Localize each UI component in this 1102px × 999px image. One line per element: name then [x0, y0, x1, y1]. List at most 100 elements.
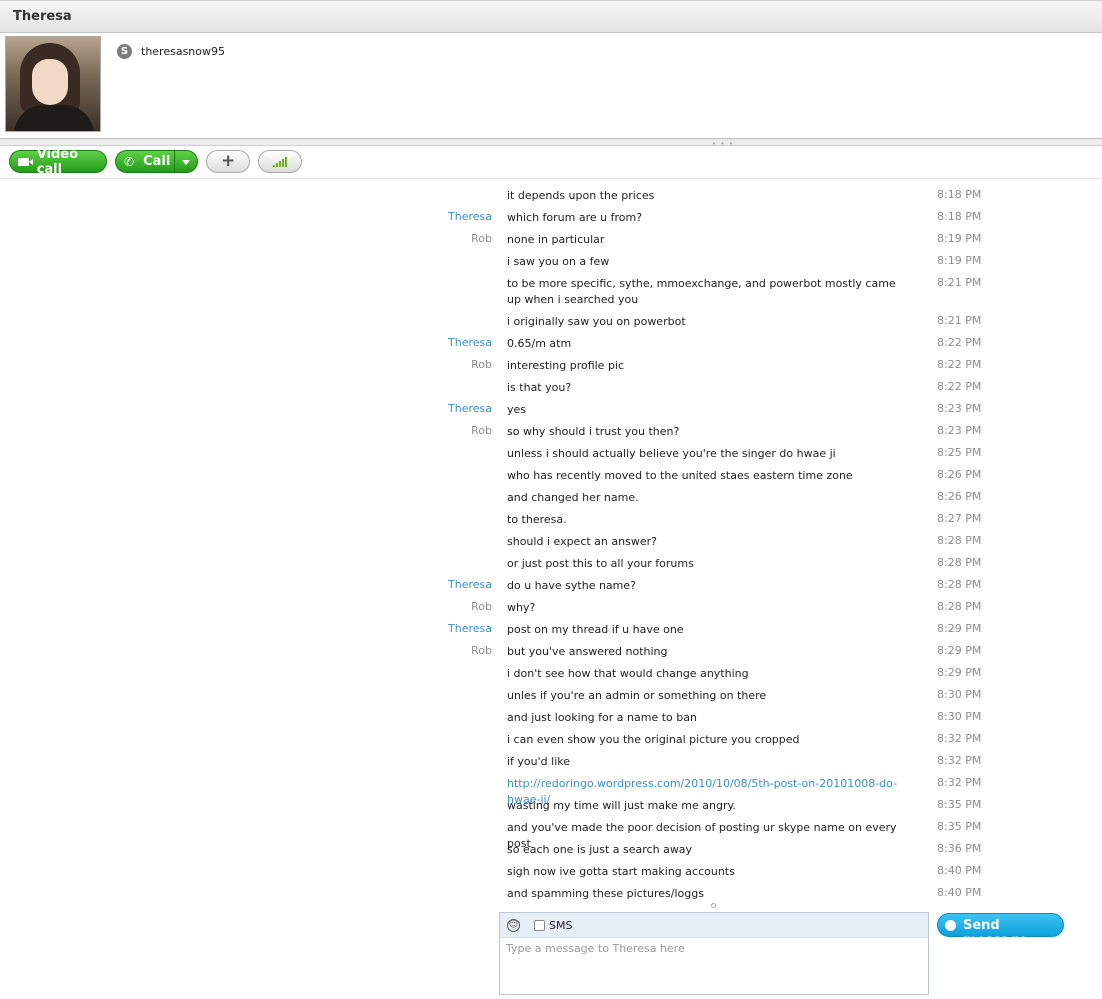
message-timestamp: 8:29 PM	[937, 622, 982, 635]
message-sender: Theresa	[448, 336, 492, 349]
message-timestamp: 8:22 PM	[937, 380, 982, 393]
message-text: if you'd like	[507, 755, 570, 768]
message-text: or just post this to all your forums	[507, 557, 694, 570]
message-text: and just looking for a name to ban	[507, 711, 697, 724]
message-text: 0.65/m atm	[507, 337, 572, 350]
message-timestamp: 8:30 PM	[937, 688, 982, 701]
skype-username: theresasnow95	[141, 45, 225, 58]
sms-checkbox[interactable]	[534, 920, 545, 931]
contact-profile-panel: S theresasnow95	[0, 33, 1102, 139]
message-text: to theresa.	[507, 513, 567, 526]
message-timestamp: 8:22 PM	[937, 336, 982, 349]
message-text: wasting my time will just make me angry.	[507, 799, 736, 812]
conversation-header: Theresa	[0, 0, 1102, 33]
message-timestamp: 8:25 PM	[937, 446, 982, 459]
avatar[interactable]	[5, 36, 101, 132]
video-camera-icon	[18, 157, 33, 166]
message-text: should i expect an answer?	[507, 535, 657, 548]
phone-icon: ✆	[124, 154, 135, 169]
message-timestamp: 8:18 PM	[937, 210, 982, 223]
message-text: unless i should actually believe you're …	[507, 447, 836, 460]
message-text: it depends upon the prices	[507, 189, 655, 202]
video-call-button[interactable]: Video call	[9, 147, 107, 177]
message-text: and changed her name.	[507, 491, 639, 504]
message-text: who has recently moved to the united sta…	[507, 469, 853, 482]
message-timestamp: 8:32 PM	[937, 776, 982, 789]
call-quality-button[interactable]	[258, 150, 302, 173]
message-text: none in particular	[507, 233, 605, 246]
message-text: i don't see how that would change anythi…	[507, 667, 749, 680]
message-input[interactable]: Type a message to Theresa here	[506, 942, 685, 955]
message-text: to be more specific, sythe, mmoexchange,…	[507, 277, 896, 306]
message-timestamp: 8:32 PM	[937, 754, 982, 767]
message-timestamp: 8:23 PM	[937, 424, 982, 437]
message-text: interesting profile pic	[507, 359, 625, 372]
plus-icon: +	[221, 151, 236, 171]
message-timestamp: 8:19 PM	[937, 254, 982, 267]
message-timestamp: 8:21 PM	[937, 314, 982, 327]
signal-bars-icon	[273, 157, 291, 167]
message-timestamp: 8:26 PM	[937, 490, 982, 503]
message-text: is that you?	[507, 381, 572, 394]
send-message-button[interactable]: Send message	[937, 913, 1064, 948]
message-text: but you've answered nothing	[507, 645, 668, 658]
message-text: why?	[507, 601, 536, 614]
composer-toolbar: ☺ SMS	[500, 913, 928, 938]
message-text: post on my thread if u have one	[507, 623, 684, 636]
message-timestamp: 8:28 PM	[937, 556, 982, 569]
send-message-label: Send message	[963, 918, 1028, 948]
message-text: do u have sythe name?	[507, 579, 636, 592]
contact-display-name: Theresa	[13, 9, 72, 24]
message-sender: Rob	[471, 600, 492, 613]
message-text: i saw you on a few	[507, 255, 610, 268]
message-text: so why should i trust you then?	[507, 425, 680, 438]
call-label: Call	[143, 154, 171, 169]
sms-label: SMS	[549, 919, 573, 932]
resize-dot-icon[interactable]	[711, 903, 716, 908]
message-timestamp: 8:28 PM	[937, 600, 982, 613]
message-timestamp: 8:29 PM	[937, 666, 982, 679]
message-timestamp: 8:30 PM	[937, 710, 982, 723]
message-text: which forum are u from?	[507, 211, 643, 224]
message-timestamp: 8:35 PM	[937, 798, 982, 811]
message-timestamp: 8:26 PM	[937, 468, 982, 481]
message-timestamp: 8:28 PM	[937, 534, 982, 547]
message-composer: ☺ SMS Type a message to Theresa here	[499, 912, 929, 995]
message-timestamp: 8:28 PM	[937, 578, 982, 591]
message-timestamp: 8:35 PM	[937, 820, 982, 833]
message-timestamp: 8:19 PM	[937, 232, 982, 245]
skype-status-icon: S	[117, 44, 132, 59]
message-sender: Theresa	[448, 622, 492, 635]
message-history[interactable]: it depends upon the prices 8:18 PM Theresa…	[0, 183, 1102, 905]
message-timestamp: 8:21 PM	[937, 276, 982, 289]
message-sender: Rob	[471, 232, 492, 245]
video-call-label: Video call	[36, 146, 79, 177]
add-participants-button[interactable]: +	[206, 150, 250, 173]
message-sender: Rob	[471, 424, 492, 437]
call-options-chevron-down-icon[interactable]	[182, 160, 190, 165]
message-sender: Theresa	[448, 578, 492, 591]
message-timestamp: 8:18 PM	[937, 188, 982, 201]
emoticon-icon[interactable]: ☺	[507, 919, 520, 932]
call-button[interactable]: ✆ Call	[115, 150, 198, 173]
message-text: sigh now ive gotta start making accounts	[507, 865, 735, 878]
message-timestamp: 8:36 PM	[937, 842, 982, 855]
message-text: i can even show you the original picture…	[507, 733, 800, 746]
message-timestamp: 8:40 PM	[937, 886, 982, 899]
panel-resize-handle[interactable]: • • •	[0, 139, 1102, 148]
message-sender: Rob	[471, 358, 492, 371]
message-sender: Rob	[471, 644, 492, 657]
message-timestamp: 8:23 PM	[937, 402, 982, 415]
message-sender: Theresa	[448, 402, 492, 415]
message-timestamp: 8:29 PM	[937, 644, 982, 657]
message-timestamp: 8:40 PM	[937, 864, 982, 877]
message-text: i originally saw you on powerbot	[507, 315, 686, 328]
message-text: so each one is just a search away	[507, 843, 693, 856]
message-text: yes	[507, 403, 527, 416]
message-timestamp: 8:32 PM	[937, 732, 982, 745]
message-text: unles if you're an admin or something on…	[507, 689, 767, 702]
call-toolbar: Video call ✆ Call +	[0, 146, 1102, 179]
message-text: and spamming these pictures/loggs	[507, 887, 704, 900]
message-timestamp: 8:22 PM	[937, 358, 982, 371]
chat-bubble-icon	[945, 920, 956, 931]
